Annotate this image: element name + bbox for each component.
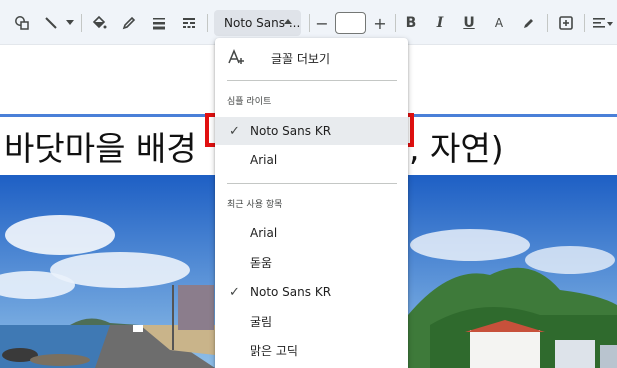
toolbar-divider [395,14,396,32]
recent-font-gulim[interactable]: 굴림 [215,307,408,335]
insert-comment-icon[interactable] [555,9,577,37]
increase-size-icon[interactable]: + [371,9,389,37]
recent-font-arial[interactable]: Arial [215,219,408,247]
font-option-label: Noto Sans KR [250,124,332,138]
more-fonts-item[interactable]: 글꼴 더보기 [215,44,408,72]
font-size-input[interactable] [335,12,366,34]
check-icon: ✓ [229,284,240,300]
align-icon[interactable] [591,9,615,37]
slide-title-right[interactable]: , 자연) [409,122,504,170]
slides-editor: Noto Sans ... − + B I U A 바닷마을 배경 , 자연) [0,0,617,368]
font-option-arial[interactable]: Arial [215,146,408,174]
italic-icon[interactable]: I [431,9,449,37]
underline-icon[interactable]: U [460,9,478,37]
font-option-label: Noto Sans KR [250,285,332,299]
toolbar-divider [81,14,82,32]
chevron-down-icon[interactable] [64,9,76,37]
menu-divider [227,183,397,184]
font-option-noto-sans-kr[interactable]: ✓ Noto Sans KR [215,117,408,145]
add-font-icon [227,49,245,68]
shapes-icon[interactable] [10,9,34,37]
line-icon[interactable] [40,9,62,37]
highlight-icon[interactable] [519,9,539,37]
chevron-up-icon [284,19,292,24]
font-option-label: Arial [250,153,278,167]
more-fonts-label: 글꼴 더보기 [271,51,331,66]
border-color-icon[interactable] [118,9,140,37]
border-weight-icon[interactable] [148,9,170,37]
slide-title-left[interactable]: 바닷마을 배경 [4,122,197,170]
decrease-size-icon[interactable]: − [313,9,331,37]
recent-fonts-header: 최근 사용 항목 [227,200,283,210]
menu-divider [227,80,397,81]
recent-font-dotum[interactable]: 돋움 [215,248,408,276]
font-dropdown-menu: 글꼴 더보기 심플 라이트 ✓ Noto Sans KR Arial 최근 사용… [215,38,408,368]
check-icon: ✓ [229,123,240,139]
font-option-label: 굴림 [250,314,273,329]
toolbar-divider [207,14,208,32]
border-dash-icon[interactable] [178,9,200,37]
toolbar-divider [584,14,585,32]
text-color-icon[interactable]: A [490,9,508,37]
font-option-label: 맑은 고딕 [250,343,298,358]
theme-fonts-header: 심플 라이트 [227,97,272,107]
toolbar-divider [309,14,310,32]
recent-font-noto-sans-kr[interactable]: ✓ Noto Sans KR [215,278,408,306]
recent-font-malgun-gothic[interactable]: 맑은 고딕 [215,336,408,364]
font-family-select[interactable]: Noto Sans ... [214,10,301,36]
bold-icon[interactable]: B [402,9,420,37]
fill-color-icon[interactable] [88,9,110,37]
toolbar-divider [547,14,548,32]
font-option-label: 돋움 [250,255,273,270]
font-option-label: Arial [250,226,278,240]
